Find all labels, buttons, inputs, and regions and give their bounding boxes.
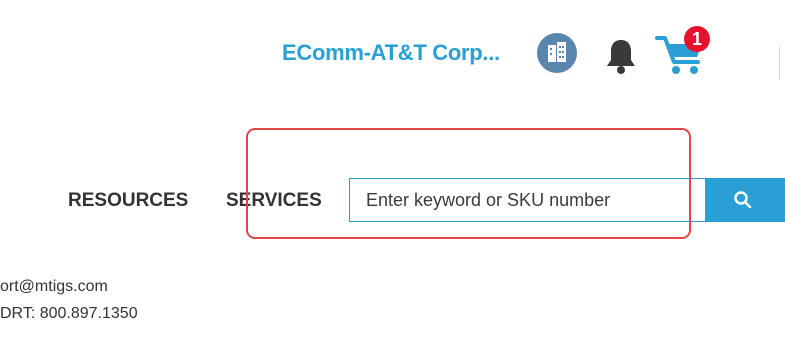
support-phone: DRT: 800.897.1350	[0, 305, 138, 322]
notifications-button[interactable]	[603, 36, 639, 76]
account-switcher[interactable]: EComm-AT&T Corp...	[282, 40, 500, 66]
nav-resources[interactable]: RESOURCES	[68, 190, 188, 212]
search-input[interactable]	[349, 178, 705, 222]
search-button[interactable]	[705, 178, 785, 222]
nav-services[interactable]: SERVICES	[226, 190, 322, 212]
search-icon	[734, 191, 752, 209]
support-email[interactable]: ort@mtigs.com	[0, 278, 108, 296]
page: EComm-AT&T Corp... 1 RESOURCES SERVICES …	[0, 0, 785, 360]
building-icon	[548, 42, 566, 62]
bell-icon	[607, 40, 635, 74]
org-avatar[interactable]	[537, 33, 577, 73]
cart-count-badge: 1	[684, 26, 710, 52]
header-divider	[779, 46, 780, 80]
